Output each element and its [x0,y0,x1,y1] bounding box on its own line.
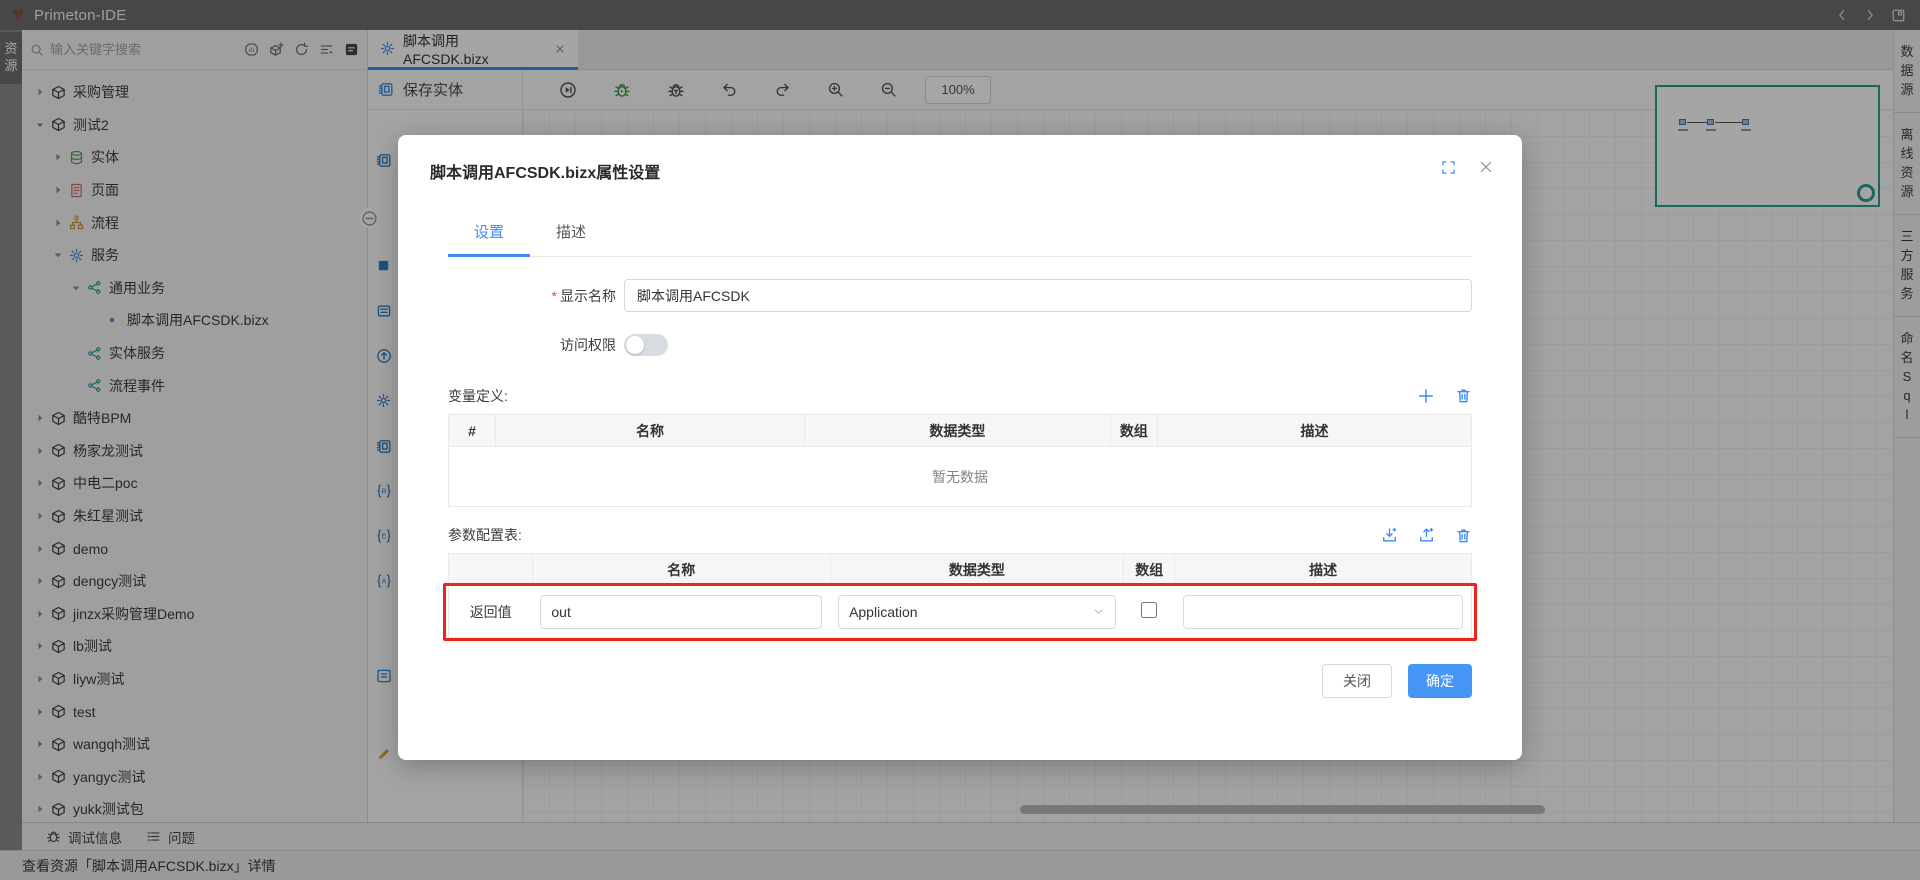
params-col-header: 数据类型 [830,554,1124,586]
properties-dialog: 脚本调用AFCSDK.bizx属性设置 设置描述 *显示名称 访问权限 变量定义… [398,135,1522,760]
chevron-down-icon [1092,605,1105,618]
variables-col-header: 数组 [1110,415,1157,447]
variables-table: #名称数据类型数组描述 暂无数据 [448,414,1472,507]
variables-col-header: 描述 [1157,415,1471,447]
required-mark: * [552,288,557,304]
params-table: 名称数据类型数组描述 返回值 Application [448,553,1472,638]
variables-section-header: 变量定义: [448,386,1472,406]
dialog-body: 设置描述 *显示名称 访问权限 变量定义: #名称数据类型数组描述 暂无数据 [398,221,1522,698]
trash-icon[interactable] [1455,387,1472,405]
dialog-footer: 关闭 确定 [448,664,1472,698]
variables-col-header: 名称 [496,415,805,447]
export-icon[interactable] [1418,527,1435,544]
dialog-tabs: 设置描述 [448,221,1472,257]
display-name-row: *显示名称 [448,279,1472,312]
variables-col-header: 数据类型 [804,415,1110,447]
close-icon[interactable] [1478,159,1494,175]
access-label: 访问权限 [448,335,616,355]
params-section-header: 参数配置表: [448,525,1472,545]
access-toggle[interactable] [624,334,668,356]
variables-label: 变量定义: [448,386,508,406]
dialog-tab-描述[interactable]: 描述 [530,221,612,256]
params-col-header: 描述 [1175,554,1472,586]
params-label: 参数配置表: [448,525,522,545]
dialog-title: 脚本调用AFCSDK.bizx属性设置 [430,165,660,182]
param-kind: 返回值 [449,586,533,638]
params-col-header [449,554,533,586]
fullscreen-icon[interactable] [1441,160,1456,175]
close-button[interactable]: 关闭 [1322,664,1392,698]
plus-icon[interactable] [1417,387,1435,405]
import-icon[interactable] [1381,527,1398,544]
param-array-checkbox[interactable] [1141,602,1157,618]
params-row: 返回值 Application [449,586,1472,638]
access-row: 访问权限 [448,334,1472,356]
params-col-header: 数组 [1124,554,1175,586]
toggle-knob [626,336,644,354]
param-name-input[interactable] [540,595,822,629]
display-name-input[interactable] [624,279,1472,312]
dialog-tab-设置[interactable]: 设置 [448,221,530,257]
variables-empty-text: 暂无数据 [449,447,1472,507]
ok-button[interactable]: 确定 [1408,664,1472,698]
display-name-label: *显示名称 [448,286,616,306]
trash-icon[interactable] [1455,527,1472,544]
app-window: Primeton-IDE 资源 AI 采购管理测试2实体页面流程服务通用业务脚本… [0,0,1920,880]
dialog-header: 脚本调用AFCSDK.bizx属性设置 [398,135,1522,183]
variables-col-header: # [449,415,496,447]
params-col-header: 名称 [532,554,830,586]
param-desc-input[interactable] [1183,595,1463,629]
param-datatype-value: Application [849,604,918,620]
param-datatype-select[interactable]: Application [838,595,1116,629]
